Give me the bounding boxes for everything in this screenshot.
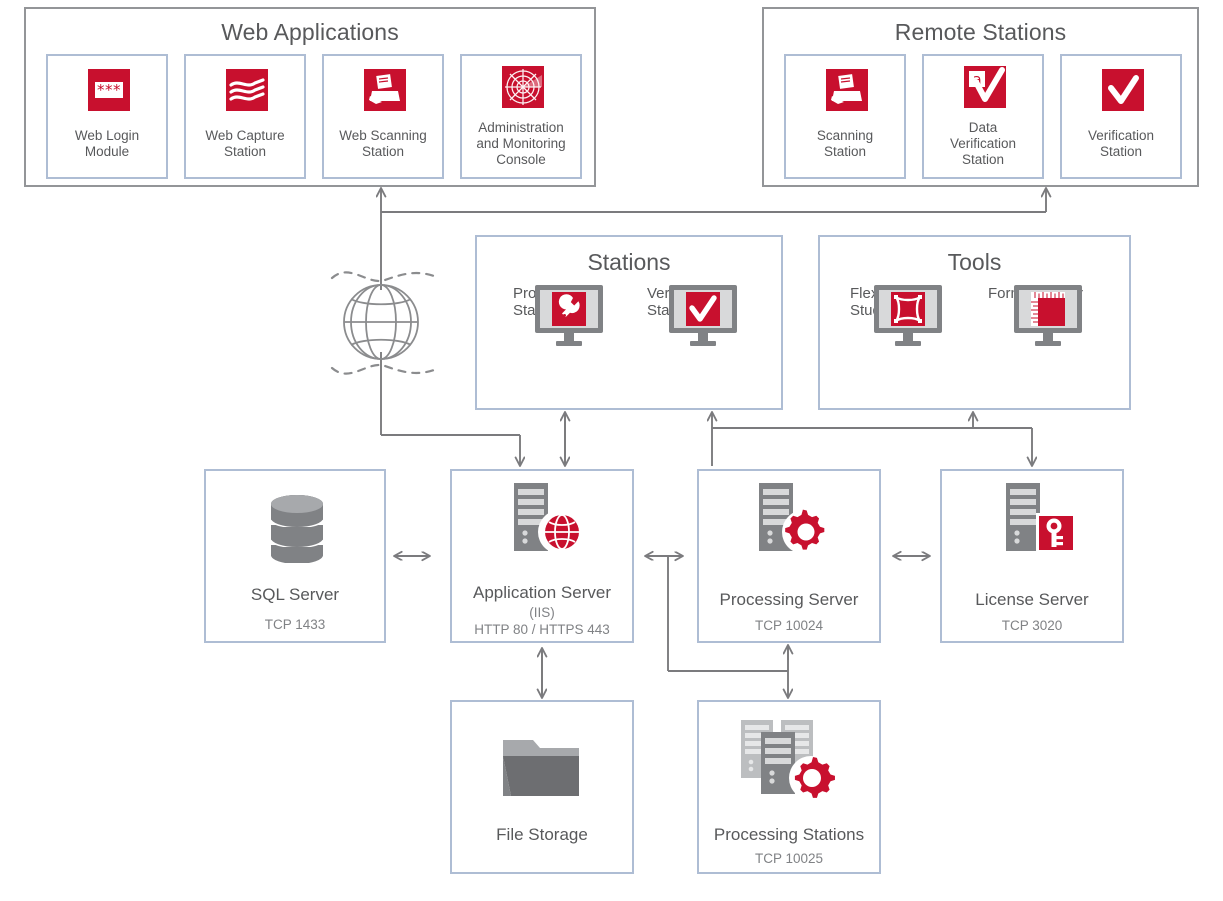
- web-login-module-icon: * * *: [88, 69, 130, 111]
- group-title-remote-stations: Remote Stations: [894, 19, 1067, 45]
- card-label-line2: Module: [84, 144, 130, 159]
- administration-monitoring-console-icon: [502, 66, 544, 108]
- card-label-line1: Scanning: [816, 128, 874, 143]
- node-name: License Server: [975, 590, 1089, 609]
- card-label-line1: Administration: [478, 120, 564, 135]
- card-web-scanning-station[interactable]: Web Scanning Station: [322, 54, 444, 179]
- panel-title-tools: Tools: [947, 249, 1002, 275]
- processing-server-icon: [749, 481, 833, 563]
- card-flexilayout-studio[interactable]: FlexiLayout® Studio: [850, 285, 966, 397]
- node-name: Processing Server: [719, 590, 859, 609]
- card-verification-station[interactable]: Verification Station: [1060, 54, 1182, 179]
- card-label-line3: Station: [961, 152, 1005, 167]
- node-name: Processing Stations: [713, 825, 865, 844]
- card-label-line3: Console: [496, 152, 546, 167]
- license-server-icon: [994, 481, 1076, 563]
- scanning-station-icon: [826, 69, 868, 111]
- card-label-line1: Web Capture: [205, 128, 285, 143]
- node-file-storage[interactable]: File Storage: [450, 700, 634, 874]
- node-name: SQL Server: [250, 585, 340, 604]
- card-label-line2: and Monitoring: [476, 136, 566, 151]
- panel-stations: Stations Project Setup Station: [475, 235, 783, 410]
- project-setup-station-icon: [535, 285, 603, 347]
- node-application-server[interactable]: Application Server (IIS) HTTP 80 / HTTPS…: [450, 469, 634, 643]
- node-port: TCP 1433: [264, 617, 326, 632]
- card-formdesigner[interactable]: FormDesigner: [988, 285, 1108, 397]
- panel-title-stations: Stations: [587, 249, 671, 275]
- group-web-applications: Web Applications *** Web Login Module: [24, 7, 596, 187]
- card-label-line2: Station: [823, 144, 867, 159]
- card-scanning-station[interactable]: Scanning Station: [784, 54, 906, 179]
- architecture-diagram: Web Applications *** Web Login Module: [0, 0, 1223, 901]
- database-icon: [261, 491, 333, 564]
- card-stations-verification-station[interactable]: Verification Station: [647, 285, 757, 397]
- card-project-setup-station[interactable]: Project Setup Station: [513, 285, 623, 397]
- node-port: HTTP 80 / HTTPS 443: [474, 622, 610, 637]
- card-label-line1: Data: [968, 120, 998, 135]
- node-port: TCP 10025: [754, 851, 824, 866]
- group-title-web-applications: Web Applications: [221, 19, 399, 45]
- node-license-server[interactable]: License Server TCP 3020: [940, 469, 1124, 643]
- node-processing-stations[interactable]: Processing Stations TCP 10025: [697, 700, 881, 874]
- card-label-line2: Station: [1099, 144, 1143, 159]
- web-scanning-station-icon: [364, 69, 406, 111]
- node-port: TCP 10024: [754, 618, 824, 633]
- svg-text:*: *: [113, 81, 121, 99]
- flexilayout-studio-icon: [874, 285, 942, 347]
- card-label-line1: Web Login: [74, 128, 140, 143]
- web-capture-station-icon: [226, 69, 268, 111]
- group-remote-stations: Remote Stations Scanning Station a Data …: [762, 7, 1199, 187]
- verification-station-icon: [669, 285, 737, 347]
- card-label-line1: Verification: [1087, 128, 1155, 143]
- node-subtitle: (IIS): [529, 605, 555, 620]
- data-verification-station-icon: a: [964, 66, 1006, 108]
- node-name: File Storage: [496, 825, 588, 844]
- node-sql-server[interactable]: SQL Server TCP 1433: [204, 469, 386, 643]
- card-administration-monitoring-console[interactable]: Administration and Monitoring Console: [460, 54, 582, 179]
- verification-station-icon: [1102, 69, 1144, 111]
- svg-text:*: *: [97, 81, 105, 99]
- card-data-verification-station[interactable]: a Data Verification Station: [922, 54, 1044, 179]
- processing-stations-icon: [737, 716, 849, 812]
- formdesigner-icon: [1014, 285, 1082, 347]
- card-label-line2: Verification: [949, 136, 1017, 151]
- svg-text:*: *: [105, 81, 113, 99]
- globe-icon: [330, 258, 438, 386]
- folder-icon: [497, 734, 593, 812]
- card-web-capture-station[interactable]: Web Capture Station: [184, 54, 306, 179]
- card-label-line2: Station: [223, 144, 267, 159]
- node-port: TCP 3020: [1001, 618, 1063, 633]
- panel-tools: Tools FlexiLayout® Studio: [818, 235, 1131, 410]
- application-server-icon: [504, 481, 586, 563]
- node-name: Application Server: [473, 583, 611, 602]
- node-processing-server[interactable]: Processing Server TCP 10024: [697, 469, 881, 643]
- card-label-line1: Web Scanning: [339, 128, 427, 143]
- card-label-line2: Station: [361, 144, 405, 159]
- card-web-login-module[interactable]: * * * Web Login Module: [46, 54, 168, 179]
